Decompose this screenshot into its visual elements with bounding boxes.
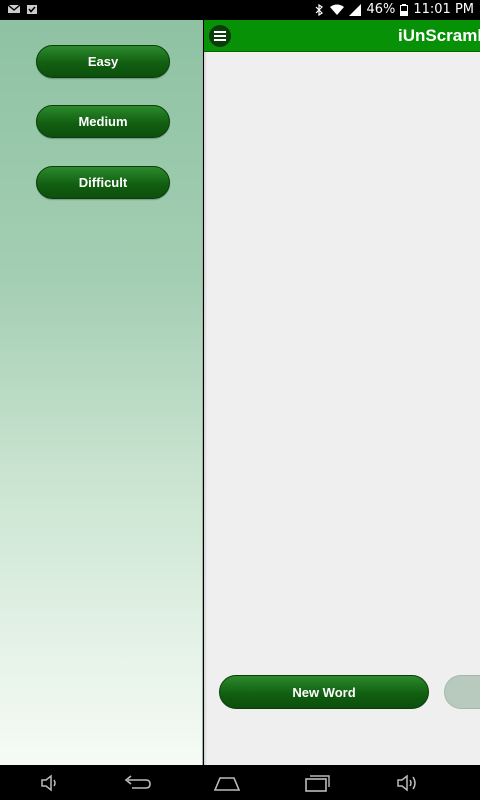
- bluetooth-icon: [316, 3, 324, 16]
- recents-icon[interactable]: [302, 772, 332, 794]
- new-word-button[interactable]: New Word: [219, 675, 429, 709]
- wifi-icon: [330, 4, 345, 15]
- difficult-button-label: Difficult: [78, 175, 128, 190]
- volume-down-icon[interactable]: [36, 772, 66, 794]
- navigation-drawer: Easy Medium Difficult: [0, 20, 203, 765]
- action-bar: iUnScrambl: [204, 20, 480, 52]
- status-bar: 46% 11:01 PM: [0, 0, 480, 20]
- new-word-button-label: New Word: [292, 684, 356, 700]
- back-icon[interactable]: [122, 772, 152, 794]
- gmail-icon: [8, 4, 20, 13]
- medium-button[interactable]: Medium: [36, 105, 170, 138]
- main-content: iUnScrambl New Word: [204, 20, 480, 765]
- secondary-button[interactable]: [444, 675, 480, 709]
- checkbox-notification-icon: [27, 5, 37, 14]
- battery-percent: 46%: [366, 2, 396, 17]
- signal-icon: [349, 3, 362, 16]
- menu-button[interactable]: [209, 25, 231, 47]
- battery-icon: [400, 3, 409, 16]
- app-screen: Easy Medium Difficult iUnScrambl New Wor…: [0, 20, 480, 765]
- home-icon[interactable]: [212, 772, 242, 794]
- easy-button[interactable]: Easy: [36, 45, 170, 78]
- app-title: iUnScrambl: [398, 26, 480, 45]
- drawer-shadow: [203, 52, 207, 765]
- hamburger-icon: [214, 31, 226, 41]
- easy-button-label: Easy: [87, 54, 119, 69]
- difficult-button[interactable]: Difficult: [36, 166, 170, 199]
- system-nav-bar: [0, 765, 480, 800]
- medium-button-label: Medium: [78, 114, 128, 129]
- clock: 11:01 PM: [413, 2, 474, 17]
- volume-up-icon[interactable]: [394, 772, 424, 794]
